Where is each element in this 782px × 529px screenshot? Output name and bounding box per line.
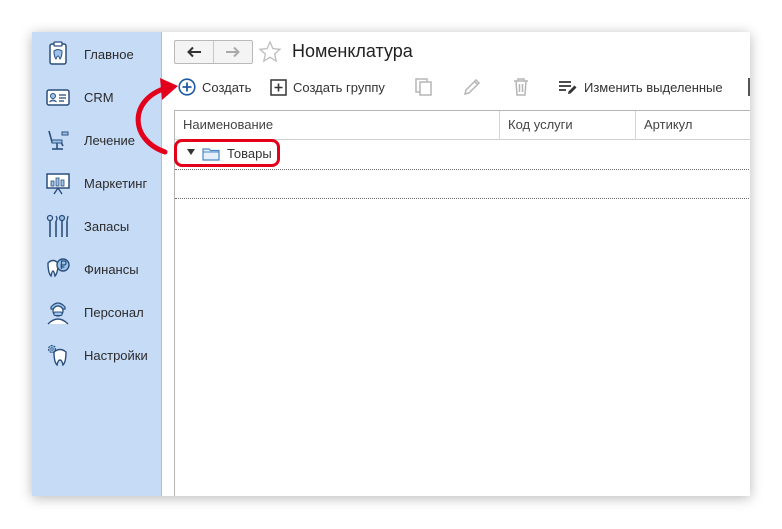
sidebar-item-stock[interactable]: Запасы [32,208,161,244]
delete-button[interactable] [512,76,536,98]
sidebar-item-staff[interactable]: Персонал [32,294,161,330]
arrow-right-icon [226,46,240,58]
dental-tools-icon [46,214,69,237]
edit-selected-button-label: Изменить выделенные [584,79,723,95]
plus-square-icon [270,78,287,96]
sidebar-item-label: CRM [84,90,114,105]
page-title: Номенклатура [292,41,413,61]
folder-icon [202,148,220,161]
sidebar-item-main[interactable]: Главное [32,36,161,72]
back-button[interactable] [175,41,213,63]
sidebar-item-label: Финансы [84,262,139,277]
sidebar-item-finance[interactable]: Финансы [32,251,161,287]
create-group-button[interactable]: Создать группу [270,76,385,98]
sidebar-item-marketing[interactable]: Маркетинг [32,165,161,201]
expand-triangle-icon[interactable] [187,149,195,155]
sidebar-item-label: Персонал [84,305,144,320]
create-button-label: Создать [202,79,252,95]
sidebar: Главное CRM Лечение Маркетинг Запасы Фин… [32,32,162,496]
table-row-selected-empty[interactable] [175,169,750,199]
column-header-name[interactable]: Наименование [175,111,499,139]
edit-selected-button[interactable]: Изменить выделенные [558,76,723,98]
forward-button[interactable] [213,41,252,63]
toolbar-overflow-edge [748,78,750,96]
sidebar-item-crm[interactable]: CRM [32,79,161,115]
favorite-star-icon[interactable] [258,40,282,64]
table-row-group[interactable]: Товары [174,139,750,168]
column-header-service-code[interactable]: Код услуги [499,111,635,139]
sidebar-item-settings[interactable]: Настройки [32,337,161,373]
copy-icon [415,78,432,96]
sidebar-item-label: Настройки [84,348,148,363]
dental-chair-icon [48,130,69,150]
copy-button[interactable] [414,76,440,98]
sidebar-item-label: Маркетинг [84,176,148,191]
arrow-left-icon [187,46,201,58]
items-table: Наименование Код услуги Артикул Товары [174,110,750,496]
table-header: Наименование Код услуги Артикул [175,111,750,140]
presentation-chart-icon [46,173,70,195]
tooth-clipboard-icon [49,41,67,65]
tooth-gear-icon [47,344,67,367]
tooth-coin-icon [47,258,70,278]
sidebar-item-label: Запасы [84,219,130,234]
history-nav [174,40,253,64]
create-group-button-label: Создать группу [293,79,385,95]
sidebar-item-label: Главное [84,47,134,62]
main-panel: Номенклатура Создать Создать группу Изме… [162,32,750,496]
create-button[interactable]: Создать [178,76,251,98]
doctor-icon [47,302,69,325]
sidebar-item-label: Лечение [84,133,136,148]
sidebar-item-treatment[interactable]: Лечение [32,122,161,158]
edit-button[interactable] [462,76,488,98]
trash-icon [514,78,528,96]
pencil-icon [463,78,481,96]
list-edit-icon [559,81,577,94]
group-row-label: Товары [227,146,272,161]
id-card-icon [46,89,70,106]
app-window: Главное CRM Лечение Маркетинг Запасы Фин… [32,32,750,496]
toolbar: Создать Создать группу Изменить выделенн… [162,76,750,98]
column-header-article[interactable]: Артикул [635,111,750,139]
plus-circle-icon [178,78,196,96]
